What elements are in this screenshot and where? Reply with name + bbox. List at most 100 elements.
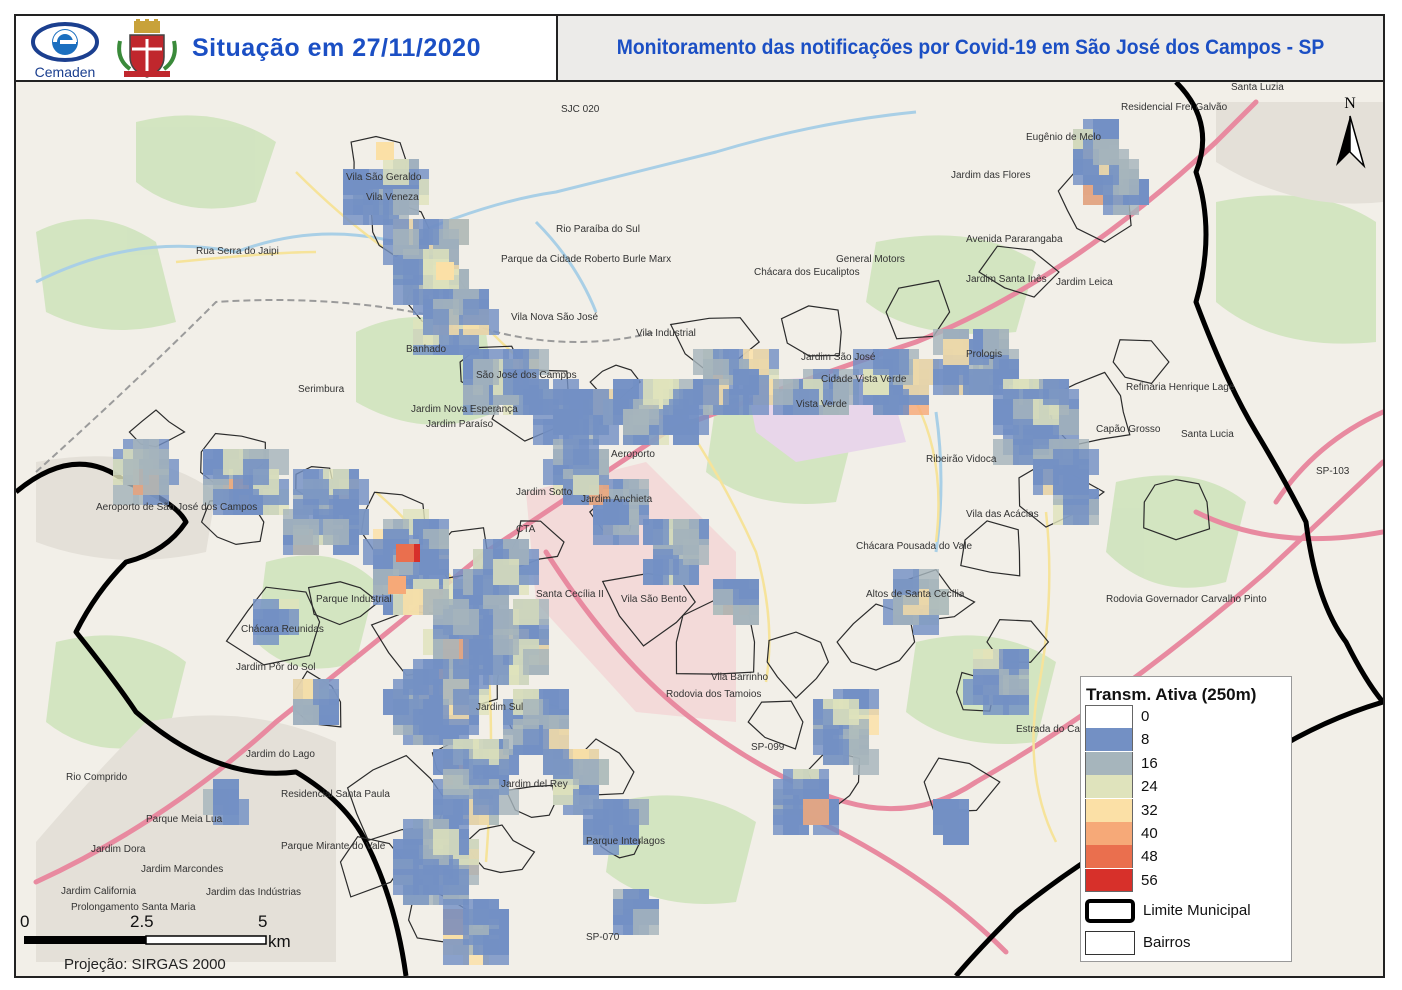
map-label: Vila das Acácias <box>966 509 1039 520</box>
legend-class-label: 56 <box>1141 871 1158 889</box>
transmission-cell <box>833 699 859 725</box>
transmission-cell <box>393 229 419 255</box>
map-label: Capão Grosso <box>1096 424 1161 435</box>
transmission-cell <box>823 739 849 765</box>
map-label: Jardim del Rey <box>501 779 568 790</box>
transmission-cell <box>693 379 719 405</box>
legend-class-swatch <box>1085 775 1133 799</box>
legend-class-swatch <box>1085 705 1133 728</box>
scale-tick-2-5: 2.5 <box>130 912 154 931</box>
map-label: Banhado <box>406 344 446 355</box>
map-label: Jardim do Lago <box>246 749 315 760</box>
map-label: Parque Interlagos <box>586 836 665 847</box>
transmission-cell <box>1073 449 1099 475</box>
legend-class-label: 32 <box>1141 801 1158 819</box>
transmission-cell <box>1043 379 1069 405</box>
map-label: Parque Mirante do Vale <box>281 841 386 852</box>
transmission-cell <box>243 459 269 485</box>
map-label: Ribeirão Vidoca <box>926 454 997 465</box>
map-label: Chácara Reunidas <box>241 624 324 635</box>
map-label: SJC 020 <box>561 104 600 115</box>
transmission-cell <box>963 369 989 395</box>
legend-class-label: 48 <box>1141 848 1158 866</box>
legend-class-row: 48 <box>1085 845 1158 869</box>
legend-class-row: 24 <box>1085 775 1158 799</box>
transmission-cell <box>933 799 959 825</box>
map-label: CTA <box>516 524 536 535</box>
legend-class-row: 8 <box>1085 728 1150 752</box>
transmission-cell <box>1063 499 1089 525</box>
map-label: Altos de Santa Cecília <box>866 589 965 600</box>
map-label: Serimbura <box>298 384 345 395</box>
map-label: Prologis <box>966 349 1002 360</box>
neighborhoods-label: Bairros <box>1143 934 1191 951</box>
map-label: Rua Serra do Jaipi <box>196 246 279 257</box>
map-label: Rio Comprido <box>66 772 128 783</box>
transmission-cell <box>673 519 699 545</box>
svg-text:N: N <box>1344 95 1356 112</box>
legend-class-label: 24 <box>1141 778 1158 796</box>
map-label: Santa Luzia <box>1231 82 1284 93</box>
map-label: SP-103 <box>1316 466 1350 477</box>
map-label: Refinaria Henrique Lage <box>1126 382 1235 393</box>
map-label: Vila Barrinho <box>711 672 769 683</box>
map-label: Jardim Marcondes <box>141 864 223 875</box>
cemaden-brand-text: Cemaden <box>34 64 96 80</box>
transmission-cell <box>423 309 449 335</box>
map-label: Aeroporto <box>611 449 655 460</box>
map-label: Rodovia Governador Carvalho Pinto <box>1106 594 1267 605</box>
transmission-cell <box>573 759 599 785</box>
map-label: Santa Cecília II <box>536 589 604 600</box>
legend-class-row: 16 <box>1085 751 1158 775</box>
map-label: Jardim Anchieta <box>581 494 653 505</box>
legend-class-row: 56 <box>1085 868 1158 892</box>
legend-class-label: 0 <box>1141 708 1150 725</box>
map-label: Residencial Santa Paula <box>281 789 390 800</box>
transmission-cell <box>123 459 149 485</box>
transmission-cell <box>623 409 649 435</box>
map-label: Vila São Geraldo <box>346 172 422 183</box>
north-arrow: N <box>1330 92 1370 172</box>
transmission-cell <box>643 379 669 405</box>
header-right: Monitoramento das notificações por Covid… <box>558 16 1383 80</box>
legend-class-row: 40 <box>1085 822 1158 845</box>
scale-bar-graphic <box>24 935 267 945</box>
city-seal-logo <box>114 19 180 79</box>
map-label: Jardim Nova Esperança <box>411 404 518 415</box>
map-label: Jardim Leica <box>1056 277 1113 288</box>
map-label: Avenida Pararangaba <box>966 234 1063 245</box>
transmission-cell <box>213 779 239 805</box>
map-label: SP-070 <box>586 932 620 943</box>
boundary-swatch <box>1085 898 1135 923</box>
map-label: Residencial Frei Galvão <box>1121 102 1228 113</box>
map-label: Jardim Santa Inês <box>966 274 1047 285</box>
north-arrow-icon: N <box>1336 95 1366 169</box>
transmission-cell <box>523 649 549 675</box>
transmission-cell <box>293 519 319 545</box>
transmission-cell <box>383 689 409 715</box>
cemaden-eye-icon <box>31 22 99 62</box>
map-label: São José dos Campos <box>476 370 577 381</box>
map-label: Vila São Bento <box>621 594 687 605</box>
transmission-hotspot <box>396 544 414 562</box>
transmission-cell <box>463 299 489 325</box>
legend-class-swatch <box>1085 798 1133 822</box>
map-label: Parque Meia Lua <box>146 814 223 825</box>
scale-tick-5: 5 <box>258 912 268 931</box>
map-label: Chácara dos Eucaliptos <box>754 267 860 278</box>
legend-class-swatch <box>1085 751 1133 775</box>
transmission-cell <box>493 559 519 585</box>
map-label: Jardim Sotto <box>516 487 573 498</box>
map-label: Jardim das Indústrias <box>206 887 301 898</box>
map-label: Vila Veneza <box>366 192 419 203</box>
transmission-cell <box>643 559 669 585</box>
legend-class-swatch <box>1085 845 1133 869</box>
legend: Transm. Ativa (250m) 0 8 16 24 32 40 48 56 Limi… <box>1080 676 1292 962</box>
scale-tick-0: 0 <box>20 912 30 931</box>
map-label: Jardim Paraíso <box>426 419 494 430</box>
legend-class-label: 8 <box>1141 731 1150 749</box>
transmission-cell <box>873 349 899 375</box>
map-label: Jardim Dora <box>91 844 146 855</box>
boundary-label: Limite Municipal <box>1143 902 1251 919</box>
legend-class-row: 0 <box>1085 705 1149 728</box>
